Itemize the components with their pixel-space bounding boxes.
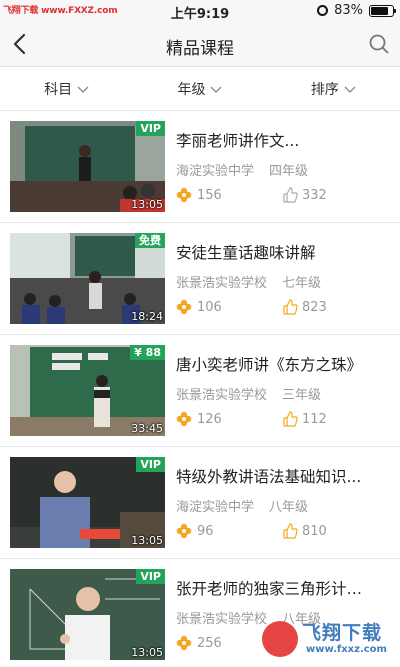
like-count: 256 — [197, 635, 222, 651]
status-bar: 飞翔下载 www.FXXZ.com 上午9:19 83% — [0, 0, 400, 22]
nav-bar: 精品课程 — [0, 22, 400, 67]
grade-label: 四年级 — [269, 164, 309, 179]
course-title: 唐小奕老师讲《东方之珠》 — [176, 356, 363, 374]
video-duration: 18:24 — [131, 310, 163, 323]
course-title: 特级外教讲语法基础知识... — [176, 468, 362, 486]
thumbs-count: 823 — [302, 299, 327, 315]
video-duration: 33:45 — [131, 422, 163, 435]
school-name: 张景浩实验学校 — [176, 276, 268, 291]
grade-label: 三年级 — [282, 388, 322, 403]
free-badge: 免费 — [135, 233, 165, 248]
flower-icon — [176, 411, 192, 427]
thumbs-up-icon[interactable] — [282, 187, 298, 203]
filter-label: 科目 — [44, 81, 73, 98]
like-count: 96 — [197, 523, 214, 539]
school-name: 海淀实验中学 — [176, 164, 255, 179]
price-badge: ¥ 88 — [130, 345, 165, 360]
like-count: 156 — [197, 187, 222, 203]
chevron-down-icon — [77, 86, 89, 93]
course-item[interactable]: VIP 13:05 特级外教讲语法基础知识... 海淀实验中学 八年级 96 8… — [0, 447, 400, 559]
chevron-down-icon — [211, 86, 222, 93]
filter-sort[interactable]: 排序 — [267, 67, 400, 110]
like-count: 106 — [197, 299, 222, 315]
watermark-en: www.fxxz.com — [306, 644, 387, 655]
search-icon[interactable] — [368, 33, 390, 55]
video-duration: 13:05 — [131, 534, 163, 547]
grade-label: 七年级 — [282, 276, 322, 291]
school-name: 张景浩实验学校 — [176, 388, 268, 403]
video-duration: 13:05 — [131, 198, 163, 211]
grade-label: 八年级 — [269, 500, 309, 515]
video-duration: 13:05 — [131, 646, 163, 659]
course-title: 李丽老师讲作文... — [176, 132, 300, 150]
site-watermark-logo: 飞翔下载 www.fxxz.com — [262, 617, 392, 661]
course-item[interactable]: VIP 13:05 李丽老师讲作文... 海淀实验中学 四年级 156 332 — [0, 111, 400, 223]
filter-grade[interactable]: 年级 — [133, 67, 266, 110]
course-thumbnail: VIP 13:05 — [10, 121, 165, 212]
course-title: 张开老师的独家三角形计算... — [176, 580, 371, 598]
vip-badge: VIP — [136, 569, 165, 584]
flower-icon — [176, 523, 192, 539]
thumbs-count: 112 — [302, 411, 327, 427]
back-arrow-icon[interactable] — [10, 31, 34, 57]
like-count: 126 — [197, 411, 222, 427]
thumbs-up-icon[interactable] — [282, 299, 298, 315]
flower-icon — [176, 187, 192, 203]
alarm-icon — [317, 5, 329, 16]
course-list: VIP 13:05 李丽老师讲作文... 海淀实验中学 四年级 156 332 — [0, 111, 400, 667]
thumbs-up-icon[interactable] — [282, 523, 298, 539]
watermark-logo-icon — [262, 621, 298, 657]
vip-badge: VIP — [136, 121, 165, 136]
vip-badge: VIP — [136, 457, 165, 472]
filter-subject[interactable]: 科目 — [0, 67, 133, 110]
battery-percent: 83% — [334, 3, 363, 18]
thumbs-count: 332 — [302, 187, 327, 203]
course-title: 安徒生童话趣味讲解 — [176, 244, 316, 262]
status-right: 83% — [317, 3, 396, 18]
watermark-cn: 飞翔下载 — [302, 622, 383, 644]
filter-bar: 科目 年级 排序 — [0, 67, 400, 111]
school-name: 张景浩实验学校 — [176, 612, 268, 627]
thumbs-count: 810 — [302, 523, 327, 539]
course-thumbnail: VIP 13:05 — [10, 569, 165, 660]
school-name: 海淀实验中学 — [176, 500, 255, 515]
page-title: 精品课程 — [166, 39, 234, 59]
flower-icon — [176, 635, 192, 651]
chevron-down-icon — [344, 86, 356, 93]
thumbs-up-icon[interactable] — [282, 411, 298, 427]
course-thumbnail: VIP 13:05 — [10, 457, 165, 548]
battery-icon — [369, 4, 396, 17]
flower-icon — [176, 299, 192, 315]
filter-label: 年级 — [177, 81, 206, 98]
course-item[interactable]: 免费 18:24 安徒生童话趣味讲解 张景浩实验学校 七年级 106 823 — [0, 223, 400, 335]
course-item[interactable]: ¥ 88 33:45 唐小奕老师讲《东方之珠》 张景浩实验学校 三年级 126 … — [0, 335, 400, 447]
filter-label: 排序 — [310, 81, 339, 98]
course-thumbnail: 免费 18:24 — [10, 233, 165, 324]
course-thumbnail: ¥ 88 33:45 — [10, 345, 165, 436]
